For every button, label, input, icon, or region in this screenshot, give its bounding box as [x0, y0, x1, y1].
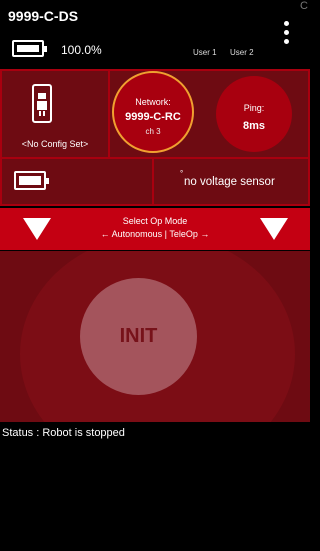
teleop-dropdown-icon[interactable]	[260, 218, 288, 240]
status-text: Status : Robot is stopped	[2, 427, 125, 439]
battery-icon	[14, 171, 49, 190]
config-label: <No Config Set>	[21, 139, 89, 149]
robot-phone-icon	[32, 84, 52, 123]
init-button[interactable]: INIT	[80, 278, 197, 395]
control-area: INIT	[0, 251, 310, 422]
corner-letter: C	[300, 0, 308, 12]
voltage-cell: ° no voltage sensor	[154, 159, 308, 204]
ds-battery-icon	[12, 40, 47, 57]
ping-value: 8ms	[242, 120, 266, 132]
rc-battery-cell	[2, 159, 152, 204]
op-mode-selector: Select Op Mode ← Autonomous | TeleOp →	[0, 208, 310, 250]
network-channel: ch 3	[145, 127, 161, 136]
app-title: 9999-C-DS	[8, 8, 79, 24]
network-cell: Network: 9999-C-RC ch 3 Ping: 8ms	[110, 71, 308, 157]
network-name: 9999-C-RC	[125, 111, 181, 123]
voltage-text: no voltage sensor	[184, 176, 275, 188]
network-indicator[interactable]: Network: 9999-C-RC ch 3	[112, 71, 194, 153]
voltage-dot-icon: °	[180, 169, 184, 178]
network-title: Network:	[135, 97, 171, 107]
battery-percent: 100.0%	[61, 43, 102, 57]
user2-label: User 2	[230, 48, 254, 57]
ping-title: Ping:	[243, 103, 265, 113]
kebab-menu-icon[interactable]	[282, 21, 290, 47]
init-label: INIT	[119, 325, 158, 347]
robot-status-panel: <No Config Set> Network: 9999-C-RC ch 3 …	[0, 69, 310, 206]
config-cell[interactable]: <No Config Set>	[2, 71, 108, 157]
ping-indicator: Ping: 8ms	[216, 76, 292, 152]
user1-label: User 1	[193, 48, 217, 57]
